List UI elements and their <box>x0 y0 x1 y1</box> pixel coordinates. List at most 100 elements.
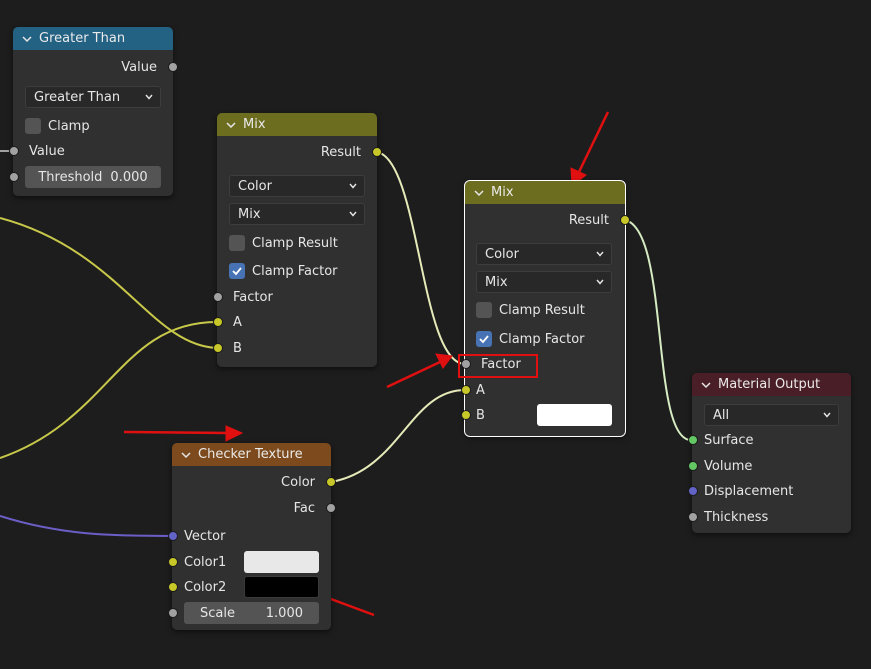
data-type-dropdown[interactable]: Color <box>229 175 365 197</box>
socket-input-threshold[interactable] <box>9 172 19 182</box>
input-label: Value <box>29 143 65 159</box>
node-header[interactable]: Checker Texture <box>172 443 331 466</box>
output-value-row: Value <box>13 57 173 77</box>
node-material-output[interactable]: Material Output All Surface Volume Displ… <box>688 373 851 533</box>
link-offscreen-to-mix1-a <box>0 321 218 459</box>
field-label: Scale <box>200 605 235 621</box>
input-a-row: A <box>465 380 625 400</box>
checkbox-label: Clamp <box>48 118 90 134</box>
socket-input-b[interactable] <box>461 410 471 420</box>
input-b-row: B <box>217 338 377 358</box>
blend-mode-dropdown[interactable]: Mix <box>476 271 612 293</box>
node-title: Mix <box>243 117 266 132</box>
input-a-row: A <box>217 312 377 332</box>
socket-input-color2[interactable] <box>168 582 178 592</box>
input-displacement-row: Displacement <box>692 481 851 501</box>
scale-field[interactable]: Scale 1.000 <box>184 602 319 624</box>
chevron-down-icon <box>823 412 831 418</box>
output-label: Result <box>320 144 361 160</box>
chevron-down-icon[interactable] <box>21 33 33 45</box>
output-label: Fac <box>293 500 315 516</box>
input-factor-row: Factor <box>217 287 377 307</box>
checkmark-icon <box>232 267 242 276</box>
chevron-down-icon <box>596 251 604 257</box>
input-label: Displacement <box>704 483 794 499</box>
clamp-result-row[interactable]: Clamp Result <box>229 234 338 252</box>
link-checker-color-to-mix2-a <box>330 389 466 483</box>
clamp-checkbox[interactable] <box>25 118 41 134</box>
chevron-down-icon <box>596 279 604 285</box>
chevron-down-icon[interactable] <box>473 187 485 199</box>
socket-input-b[interactable] <box>213 343 223 353</box>
socket-input-value[interactable] <box>9 146 19 156</box>
field-label: Threshold <box>38 169 103 185</box>
node-mix-1[interactable]: Mix Result Color Mix Clamp Result Clamp … <box>213 113 382 367</box>
socket-input-factor[interactable] <box>213 292 223 302</box>
annotation-arrow-checker <box>123 425 244 442</box>
input-label: A <box>476 382 485 398</box>
checkbox-label: Clamp Result <box>499 302 585 318</box>
b-color-swatch[interactable] <box>537 404 612 426</box>
socket-input-a[interactable] <box>461 385 471 395</box>
clamp-factor-row[interactable]: Clamp Factor <box>476 330 585 348</box>
clamp-factor-checkbox[interactable] <box>229 263 245 279</box>
link-mix2-result-to-output-surface <box>624 219 692 441</box>
data-type-dropdown[interactable]: Color <box>476 243 612 265</box>
clamp-checkbox-row[interactable]: Clamp <box>25 117 90 135</box>
node-header[interactable]: Greater Than <box>13 27 173 50</box>
target-dropdown[interactable]: All <box>704 404 839 426</box>
clamp-result-checkbox[interactable] <box>229 235 245 251</box>
chevron-down-icon[interactable] <box>225 119 237 131</box>
link-offscreen-to-checker-vector <box>0 515 173 537</box>
socket-input-scale[interactable] <box>168 608 178 618</box>
input-value-row: Value <box>13 141 173 161</box>
annotation-arrow-mix2 <box>570 111 610 187</box>
node-checker-texture[interactable]: Checker Texture Color Fac Vector Color1 … <box>168 443 336 630</box>
socket-input-color1[interactable] <box>168 557 178 567</box>
chevron-down-icon <box>145 94 153 100</box>
input-label: Color2 <box>184 579 227 595</box>
checkbox-label: Clamp Result <box>252 235 338 251</box>
socket-output-value[interactable] <box>168 62 178 72</box>
socket-output-fac[interactable] <box>326 503 336 513</box>
dropdown-value: Mix <box>238 206 261 222</box>
socket-output-color[interactable] <box>326 477 336 487</box>
input-label: Vector <box>184 528 226 544</box>
input-volume-row: Volume <box>692 456 851 476</box>
link-mix1-result-to-mix2-factor <box>376 151 466 365</box>
input-vector-row: Vector <box>172 526 331 546</box>
color2-swatch[interactable] <box>244 576 319 598</box>
socket-input-thickness[interactable] <box>688 512 698 522</box>
node-header[interactable]: Mix <box>465 181 625 204</box>
blend-mode-dropdown[interactable]: Mix <box>229 203 365 225</box>
chevron-down-icon <box>349 183 357 189</box>
node-greater-than[interactable]: Greater Than Value Greater Than Clamp Va… <box>9 27 178 196</box>
operation-dropdown[interactable]: Greater Than <box>25 86 161 108</box>
field-value: 1.000 <box>265 605 303 621</box>
input-label: Surface <box>704 432 754 448</box>
link-offscreen-to-mix1-b <box>0 217 218 349</box>
socket-input-volume[interactable] <box>688 461 698 471</box>
output-result-row: Result <box>465 210 625 230</box>
chevron-down-icon <box>349 211 357 217</box>
socket-input-vector[interactable] <box>168 531 178 541</box>
socket-output-result[interactable] <box>620 215 630 225</box>
input-label: B <box>233 340 242 356</box>
color1-swatch[interactable] <box>244 551 319 573</box>
socket-input-a[interactable] <box>213 317 223 327</box>
chevron-down-icon[interactable] <box>700 379 712 391</box>
input-label: Factor <box>233 289 273 305</box>
chevron-down-icon[interactable] <box>180 449 192 461</box>
node-header[interactable]: Material Output <box>692 373 851 396</box>
clamp-factor-checkbox[interactable] <box>476 331 492 347</box>
clamp-result-checkbox[interactable] <box>476 302 492 318</box>
socket-output-result[interactable] <box>372 147 382 157</box>
clamp-factor-row[interactable]: Clamp Factor <box>229 262 338 280</box>
socket-input-surface[interactable] <box>688 435 698 445</box>
node-mix-2[interactable]: Mix Result Color Mix Clamp Result Clamp … <box>461 180 630 437</box>
socket-input-displacement[interactable] <box>688 486 698 496</box>
threshold-field[interactable]: Threshold 0.000 <box>25 166 161 188</box>
output-result-row: Result <box>217 142 377 162</box>
node-header[interactable]: Mix <box>217 113 377 136</box>
clamp-result-row[interactable]: Clamp Result <box>476 301 585 319</box>
